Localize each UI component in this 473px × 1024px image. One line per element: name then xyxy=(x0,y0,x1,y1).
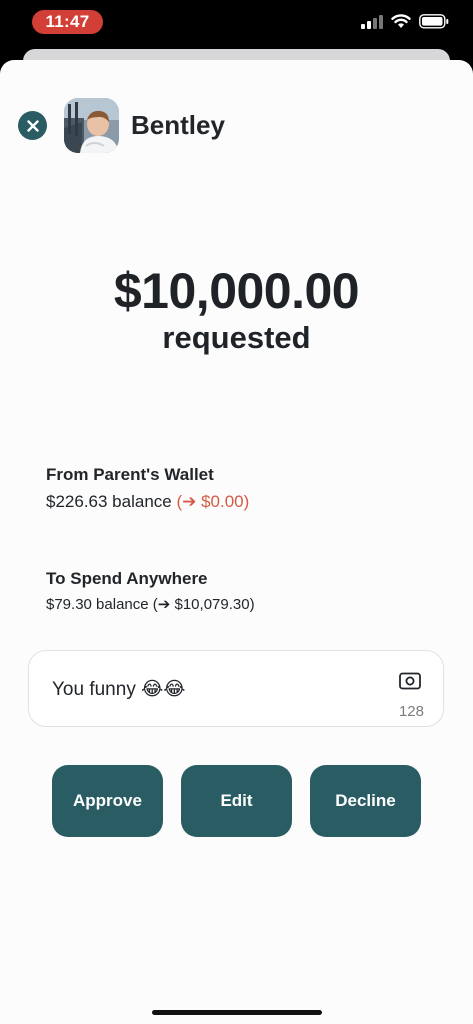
photo-icon[interactable] xyxy=(399,672,421,695)
avatar xyxy=(64,98,119,153)
from-account-projection: (➔ $0.00) xyxy=(176,492,250,511)
cellular-signal-icon xyxy=(361,14,383,34)
status-icons xyxy=(361,14,449,34)
to-account-balance-line: $79.30 balance (➔ $10,079.30) xyxy=(46,595,255,613)
close-button[interactable] xyxy=(18,111,47,140)
from-account-title: From Parent's Wallet xyxy=(46,465,214,484)
status-time: 11:47 xyxy=(32,10,103,34)
request-amount: $10,000.00 xyxy=(113,263,360,319)
decline-button[interactable]: Decline xyxy=(310,765,421,837)
approve-button[interactable]: Approve xyxy=(52,765,163,837)
request-label: requested xyxy=(162,320,311,355)
status-bar: 11:47 xyxy=(0,0,473,48)
edit-button[interactable]: Edit xyxy=(181,765,292,837)
wifi-icon xyxy=(391,14,411,34)
to-account-title: To Spend Anywhere xyxy=(46,569,208,588)
request-sheet xyxy=(0,60,473,1024)
battery-icon xyxy=(419,14,449,34)
memo-field[interactable]: You funny 😂😂 128 xyxy=(28,650,444,727)
home-indicator[interactable] xyxy=(152,1010,322,1015)
to-account-balance: $79.30 balance xyxy=(46,596,149,613)
from-account-balance-line: $226.63 balance (➔ $0.00) xyxy=(46,492,249,512)
close-icon xyxy=(26,119,39,132)
memo-char-count: 128 xyxy=(398,703,424,720)
requester-name: Bentley xyxy=(131,110,225,140)
memo-text[interactable]: You funny 😂😂 xyxy=(52,678,186,701)
from-account-balance: $226.63 balance xyxy=(46,492,172,511)
to-account-projection: (➔ $10,079.30) xyxy=(152,596,255,613)
